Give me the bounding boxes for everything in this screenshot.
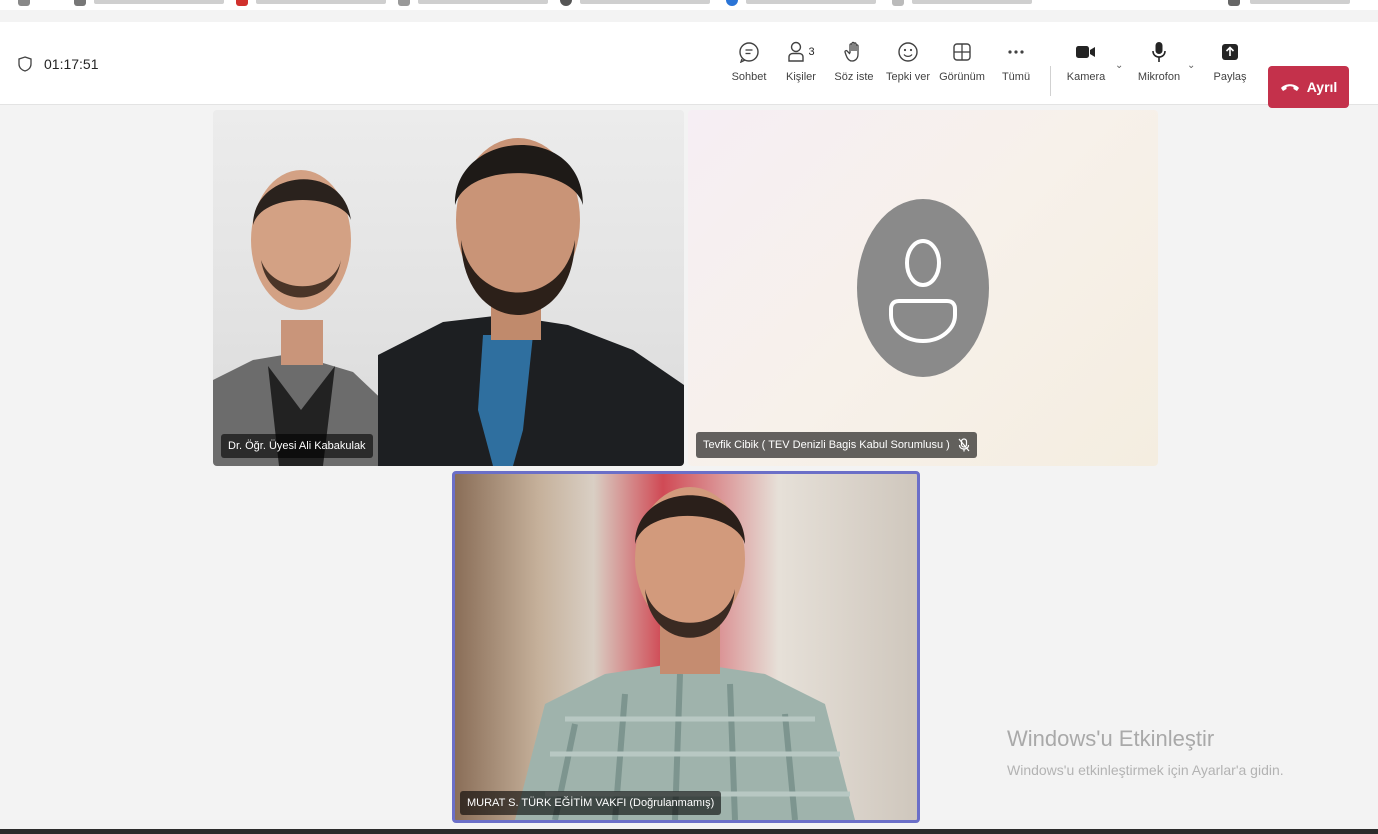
apps-icon[interactable] [18,0,30,6]
microphone-options-chevron-icon[interactable]: ⌄ [1187,60,1195,71]
chat-button[interactable]: Sohbet [731,40,767,96]
microphone-icon [1147,40,1171,64]
camera-options-chevron-icon[interactable]: ⌄ [1115,60,1123,71]
raise-hand-icon [842,40,866,64]
participant-name: MURAT S. TÜRK EĞİTİM VAKFI (Doğrulanmamı… [467,797,715,809]
bookmark-icon[interactable] [1228,0,1240,6]
taskbar-edge [0,829,1378,834]
bookmark-icon[interactable] [398,0,410,6]
participant-name: Dr. Öğr. Üyesi Ali Kabakulak [228,440,366,452]
leave-label: Ayrıl [1306,79,1338,95]
participant-tile[interactable]: Tevfik Cibik ( TEV Denizli Bagis Kabul S… [688,110,1158,466]
timer-text: 01:17:51 [44,56,99,72]
bookmark-icon[interactable] [74,0,86,6]
participant-video [515,487,855,820]
participant-video [213,138,684,466]
people-icon: 3 [786,40,816,64]
share-icon [1218,40,1242,64]
people-button[interactable]: 3 Kişiler [785,40,817,96]
activation-watermark-title: Windows'u Etkinleştir [1007,726,1215,751]
bookmark-icon[interactable] [560,0,572,6]
hang-up-icon [1280,84,1299,91]
participant-name-tag: Dr. Öğr. Üyesi Ali Kabakulak [221,434,373,458]
participant-tile[interactable]: Dr. Öğr. Üyesi Ali Kabakulak [213,110,684,466]
teams-meeting-window: 01:17:51 Sohbet 3 Kişiler Söz iste Tepki… [0,0,1378,834]
share-label: Paylaş [1213,71,1247,83]
microphone-button[interactable]: Mikrofon [1135,40,1183,96]
leave-button[interactable]: Ayrıl [1268,66,1349,108]
raise-hand-button[interactable]: Söz iste [834,40,874,96]
microphone-label: Mikrofon [1137,71,1181,83]
bookmark-item[interactable] [1250,0,1350,4]
more-label: Tümü [1001,71,1031,83]
bookmark-item[interactable] [418,0,548,4]
toolbar-divider [1050,66,1051,96]
chat-icon [737,40,761,64]
mic-muted-icon [958,438,970,452]
participant-name-tag: Tevfik Cibik ( TEV Denizli Bagis Kabul S… [696,432,977,458]
view-button[interactable]: Görünüm [937,40,987,96]
chat-label: Sohbet [731,71,767,83]
avatar [857,199,989,377]
bookmarks-bar [0,0,1378,10]
react-label: Tepki ver [885,71,931,83]
participant-name-tag: MURAT S. TÜRK EĞİTİM VAKFI (Doğrulanmamı… [460,791,722,815]
activation-watermark-subtitle: Windows'u etkinleştirmek için Ayarlar'a … [1007,762,1284,778]
participant-tile-active-speaker[interactable]: MURAT S. TÜRK EĞİTİM VAKFI (Doğrulanmamı… [452,471,920,823]
shield-icon [18,56,32,72]
bookmark-item[interactable] [746,0,876,4]
people-count: 3 [808,46,815,58]
raise-hand-label: Söz iste [834,71,874,83]
meeting-toolbar: 01:17:51 Sohbet 3 Kişiler Söz iste Tepki… [0,22,1378,108]
more-button[interactable]: Tümü [1001,40,1031,96]
bookmark-icon[interactable] [726,0,738,6]
bookmark-item[interactable] [94,0,224,4]
camera-label: Kamera [1066,71,1106,83]
people-label: Kişiler [786,71,816,83]
camera-icon [1074,40,1098,64]
camera-button[interactable]: Kamera [1066,40,1106,96]
bookmark-icon[interactable] [892,0,904,6]
more-icon [1004,40,1028,64]
emoji-icon [896,40,920,64]
meeting-timer: 01:17:51 [18,56,99,72]
grid-icon [950,40,974,64]
bookmark-item[interactable] [256,0,386,4]
participant-name: Tevfik Cibik ( TEV Denizli Bagis Kabul S… [703,439,950,451]
react-button[interactable]: Tepki ver [886,40,930,96]
bookmark-item[interactable] [580,0,710,4]
view-label: Görünüm [939,71,985,83]
share-button[interactable]: Paylaş [1213,40,1247,96]
bookmark-icon[interactable] [236,0,248,6]
bookmark-item[interactable] [912,0,1032,4]
